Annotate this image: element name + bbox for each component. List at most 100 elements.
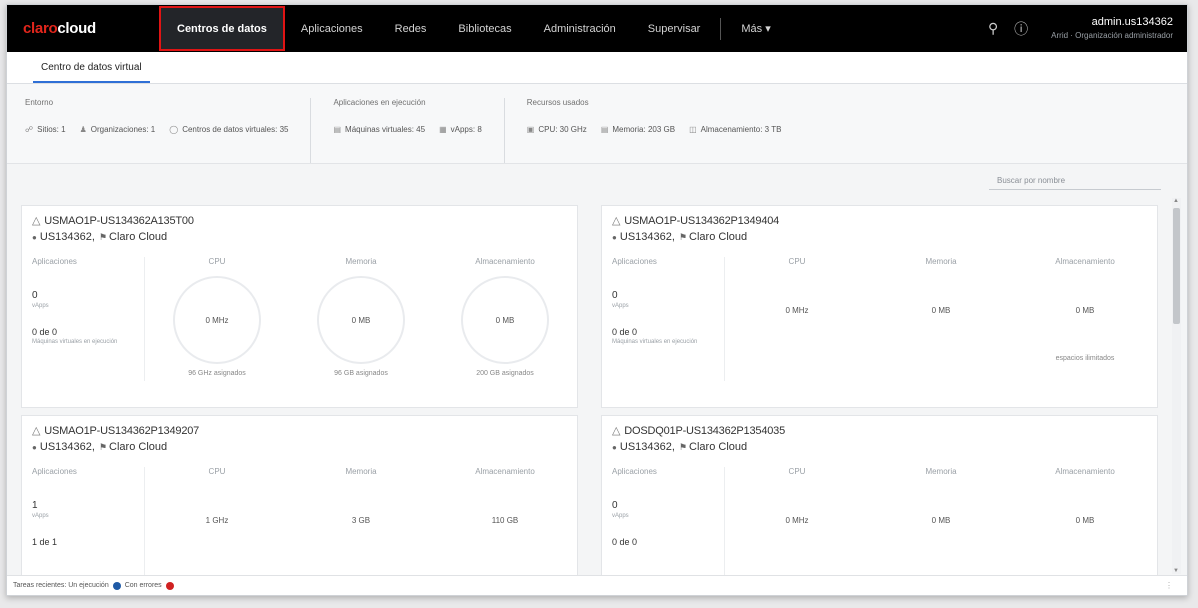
scroll-down-icon[interactable]: ▼ xyxy=(1173,568,1179,574)
cpu-label: CPU xyxy=(788,467,806,476)
nav-monitor[interactable]: Supervisar xyxy=(632,5,717,52)
storage-column: Almacenamiento 0 MB xyxy=(1013,467,1157,578)
scroll-up-icon[interactable]: ▲ xyxy=(1173,198,1179,204)
vdc-card[interactable]: △ DOSDQ01P-US134362P1354035 ● US134362, ⚑ C… xyxy=(601,415,1158,578)
recent-tasks-bar[interactable]: Tareas recientes: Un ejecución Con error… xyxy=(7,575,1187,595)
storage-value: 110 GB xyxy=(491,516,519,525)
nav-libraries[interactable]: Bibliotecas xyxy=(442,5,527,52)
memory-column: Memoria 0 MB xyxy=(869,257,1013,381)
memory-icon: ▤ xyxy=(600,125,609,134)
summary-band: Entorno ☍ Sitios: 1 ♟ Organizaciones: 1 ◯ C… xyxy=(7,84,1187,164)
nav-datacenters[interactable]: Centros de datos xyxy=(159,6,285,51)
vdc-name-text: DOSDQ01P-US134362P1354035 xyxy=(624,425,785,437)
user-menu[interactable]: admin.us134362 Arrid · Organización admi… xyxy=(1035,15,1187,43)
recent-tasks-label: Tareas recientes: Un ejecución xyxy=(13,582,109,589)
site-icon: ☍ xyxy=(25,125,34,134)
apps-column: Aplicaciones 1 vApps 1 de 1 xyxy=(22,467,145,578)
vdc-meta: ● US134362, ⚑ Claro Cloud xyxy=(32,441,168,453)
vdc-site: Claro Cloud xyxy=(689,231,748,243)
memory-label: Memoria xyxy=(345,467,377,476)
nav-administration[interactable]: Administración xyxy=(528,5,632,52)
vdc-icon: ◯ xyxy=(169,125,179,134)
vdc-name-text: USMAO1P-US134362P1349404 xyxy=(624,215,780,227)
org-icon: ● xyxy=(32,443,37,452)
nav-applications[interactable]: Aplicaciones xyxy=(285,5,379,52)
apps-sub: vApps xyxy=(32,513,49,519)
vdc-card[interactable]: △ USMAO1P-US134362P1349207 ● US134362, ⚑ Cl… xyxy=(21,415,578,578)
vms-running: 1 de 1 xyxy=(32,537,58,547)
tab-virtual-datacenter[interactable]: Centro de datos virtual xyxy=(33,62,150,83)
vdc-icon: △ xyxy=(32,425,41,437)
summary-memory-text: Memoria: 203 GB xyxy=(612,125,676,134)
vdc-meta: ● US134362, ⚑ Claro Cloud xyxy=(612,441,748,453)
vdc-name[interactable]: △ USMAO1P-US134362P1349404 xyxy=(612,214,1147,227)
apps-count: 0 xyxy=(612,290,618,301)
vms-running: 0 de 0 xyxy=(612,327,638,337)
vdc-name-text: USMAO1P-US134362P1349207 xyxy=(44,425,200,437)
memory-value: 0 MB xyxy=(351,315,371,325)
storage-value: 0 MB xyxy=(495,315,515,325)
vdc-site: Claro Cloud xyxy=(689,441,748,453)
apps-label: Aplicaciones xyxy=(32,467,77,476)
vms-running: 0 de 0 xyxy=(32,327,58,337)
summary-storage-text: Almacenamiento: 3 TB xyxy=(700,125,782,134)
storage-label: Almacenamiento xyxy=(1055,467,1115,476)
vdc-name[interactable]: △ USMAO1P-US134362A135T00 xyxy=(32,214,567,227)
memory-label: Memoria xyxy=(345,257,377,266)
summary-vapps[interactable]: ▦ vApps: 8 xyxy=(439,125,482,134)
vertical-scrollbar[interactable]: ▲ ▼ xyxy=(1172,198,1181,574)
cpu-gauge: 0 MHz xyxy=(173,276,261,364)
cpu-label: CPU xyxy=(208,467,226,476)
apps-label: Aplicaciones xyxy=(612,467,657,476)
cpu-allocated: 96 GHz asignados xyxy=(188,370,246,377)
user-role: Arrid · Organización administrador xyxy=(1051,30,1173,40)
search-input[interactable]: Buscar por nombre xyxy=(989,170,1161,190)
vm-icon: ▤ xyxy=(333,125,342,134)
summary-sites[interactable]: ☍ Sitios: 1 xyxy=(25,125,66,134)
vms-running-caption: Máquinas virtuales en ejecución xyxy=(32,339,118,345)
summary-title: Entorno xyxy=(25,98,54,107)
claro-cloud-logo[interactable]: clarocloud xyxy=(7,20,157,37)
site-icon: ⚑ xyxy=(98,442,108,452)
nav-separator xyxy=(720,17,722,40)
cpu-value: 0 MHz xyxy=(785,516,809,525)
search-icon[interactable]: ⚲ xyxy=(979,20,1007,37)
summary-orgs[interactable]: ♟ Organizaciones: 1 xyxy=(80,125,156,134)
help-icon[interactable]: ⓘ xyxy=(1007,19,1035,39)
memory-column: Memoria 0 MB xyxy=(869,467,1013,578)
summary-vapps-text: vApps: 8 xyxy=(450,125,482,134)
vdc-org: US134362 xyxy=(619,231,672,243)
memory-value: 3 GB xyxy=(351,516,371,525)
vdc-site: Claro Cloud xyxy=(109,231,168,243)
vdc-icon: △ xyxy=(612,215,621,227)
summary-vms[interactable]: ▤ Máquinas virtuales: 45 xyxy=(333,125,425,134)
summary-environment: Entorno ☍ Sitios: 1 ♟ Organizaciones: 1 ◯ C… xyxy=(25,98,312,163)
vdc-card[interactable]: △ USMAO1P-US134362A135T00 ● US134362, ⚑ Cla… xyxy=(21,205,578,408)
storage-label: Almacenamiento xyxy=(475,257,535,266)
memory-label: Memoria xyxy=(925,467,957,476)
apps-count: 0 xyxy=(612,500,618,511)
org-icon: ● xyxy=(612,443,617,452)
vdc-name[interactable]: △ DOSDQ01P-US134362P1354035 xyxy=(612,424,1147,437)
cpu-value: 1 GHz xyxy=(205,516,229,525)
running-status-icon xyxy=(112,581,121,590)
org-icon: ♟ xyxy=(79,125,87,134)
search-row: Buscar por nombre xyxy=(7,164,1187,194)
summary-vdcs[interactable]: ◯ Centros de datos virtuales: 35 xyxy=(169,125,288,134)
cpu-column: CPU 1 GHz xyxy=(145,467,289,578)
nav-more[interactable]: Más ▾ xyxy=(725,5,786,52)
org-icon: ● xyxy=(32,233,37,242)
apps-column: Aplicaciones 0 vApps 0 de 0 xyxy=(602,467,725,578)
apps-count: 0 xyxy=(32,290,38,301)
scrollbar-thumb[interactable] xyxy=(1173,208,1180,324)
nav-networks[interactable]: Redes xyxy=(379,5,443,52)
vapp-icon: ▦ xyxy=(439,125,447,134)
vdc-card[interactable]: △ USMAO1P-US134362P1349404 ● US134362, ⚑ Cl… xyxy=(601,205,1158,408)
nav-more-label: Más xyxy=(741,22,763,35)
cpu-column: CPU 0 MHz 96 GHz asignados xyxy=(145,257,289,381)
expand-icon[interactable]: ⋮ xyxy=(1165,581,1173,590)
summary-vdcs-text: Centros de datos virtuales: 35 xyxy=(182,125,289,134)
summary-sites-text: Sitios: 1 xyxy=(37,125,66,134)
summary-memory: ▤ Memoria: 203 GB xyxy=(601,125,675,134)
vdc-name[interactable]: △ USMAO1P-US134362P1349207 xyxy=(32,424,567,437)
